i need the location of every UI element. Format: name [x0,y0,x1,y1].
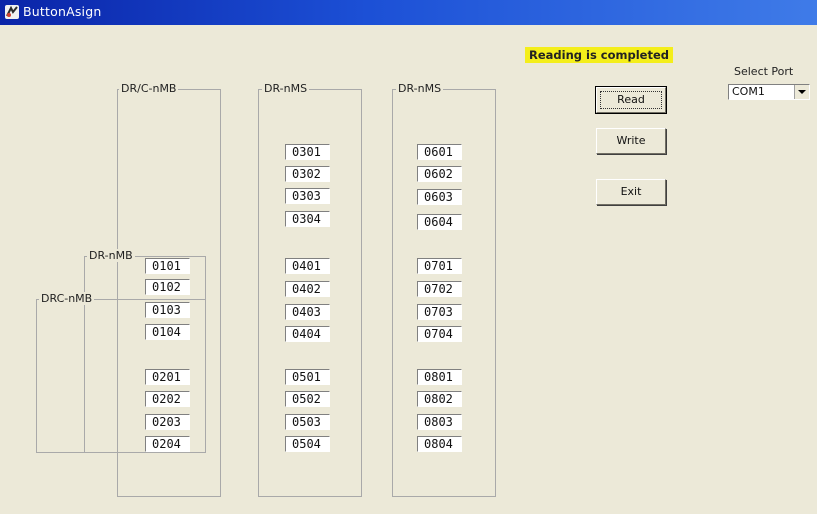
field-0702[interactable]: 0702 [417,281,462,297]
read-button[interactable]: Read [595,86,667,114]
field-0302[interactable]: 0302 [285,166,330,182]
field-0102[interactable]: 0102 [145,279,190,295]
field-0303[interactable]: 0303 [285,188,330,204]
title-bar[interactable]: ButtonAsign [0,0,817,25]
field-0703[interactable]: 0703 [417,304,462,320]
port-select[interactable]: COM1 [728,84,810,100]
read-button-label: Read [617,93,645,106]
field-0104[interactable]: 0104 [145,324,190,340]
app-icon [5,5,19,19]
group-drc-nmb-label: DRC-nMB [39,292,95,305]
field-0304[interactable]: 0304 [285,211,330,227]
field-0401[interactable]: 0401 [285,258,330,274]
field-0101[interactable]: 0101 [145,258,190,274]
field-0502[interactable]: 0502 [285,391,330,407]
field-0802[interactable]: 0802 [417,391,462,407]
write-button[interactable]: Write [596,128,666,154]
field-0201[interactable]: 0201 [145,369,190,385]
client-area: Reading is completed DR/C-nMB DR-nMB DRC… [12,25,817,514]
chevron-down-icon[interactable] [794,85,809,99]
field-0603[interactable]: 0603 [417,189,462,205]
field-0301[interactable]: 0301 [285,144,330,160]
field-0602[interactable]: 0602 [417,166,462,182]
field-0203[interactable]: 0203 [145,414,190,430]
field-0103[interactable]: 0103 [145,302,190,318]
field-0701[interactable]: 0701 [417,258,462,274]
write-button-label: Write [616,134,646,147]
field-0204[interactable]: 0204 [145,436,190,452]
status-message: Reading is completed [525,47,674,63]
field-0803[interactable]: 0803 [417,414,462,430]
exit-button[interactable]: Exit [596,179,666,205]
field-0804[interactable]: 0804 [417,436,462,452]
exit-button-label: Exit [620,185,642,198]
field-0604[interactable]: 0604 [417,214,462,230]
field-0403[interactable]: 0403 [285,304,330,320]
group-dr-nms-2-label: DR-nMS [396,82,444,95]
select-port-label: Select Port [734,65,794,78]
field-0503[interactable]: 0503 [285,414,330,430]
group-dr-nmb-label: DR-nMB [87,249,135,262]
field-0402[interactable]: 0402 [285,281,330,297]
field-0501[interactable]: 0501 [285,369,330,385]
field-0801[interactable]: 0801 [417,369,462,385]
field-0704[interactable]: 0704 [417,326,462,342]
field-0404[interactable]: 0404 [285,326,330,342]
field-0601[interactable]: 0601 [417,144,462,160]
application-window: ButtonAsign Reading is completed DR/C-nM… [0,0,817,514]
group-dr-nms-1-label: DR-nMS [262,82,310,95]
group-dr-c-nmb-label: DR/C-nMB [119,82,179,95]
window-title: ButtonAsign [23,4,102,19]
field-0202[interactable]: 0202 [145,391,190,407]
port-select-value: COM1 [732,85,765,98]
field-0504[interactable]: 0504 [285,436,330,452]
